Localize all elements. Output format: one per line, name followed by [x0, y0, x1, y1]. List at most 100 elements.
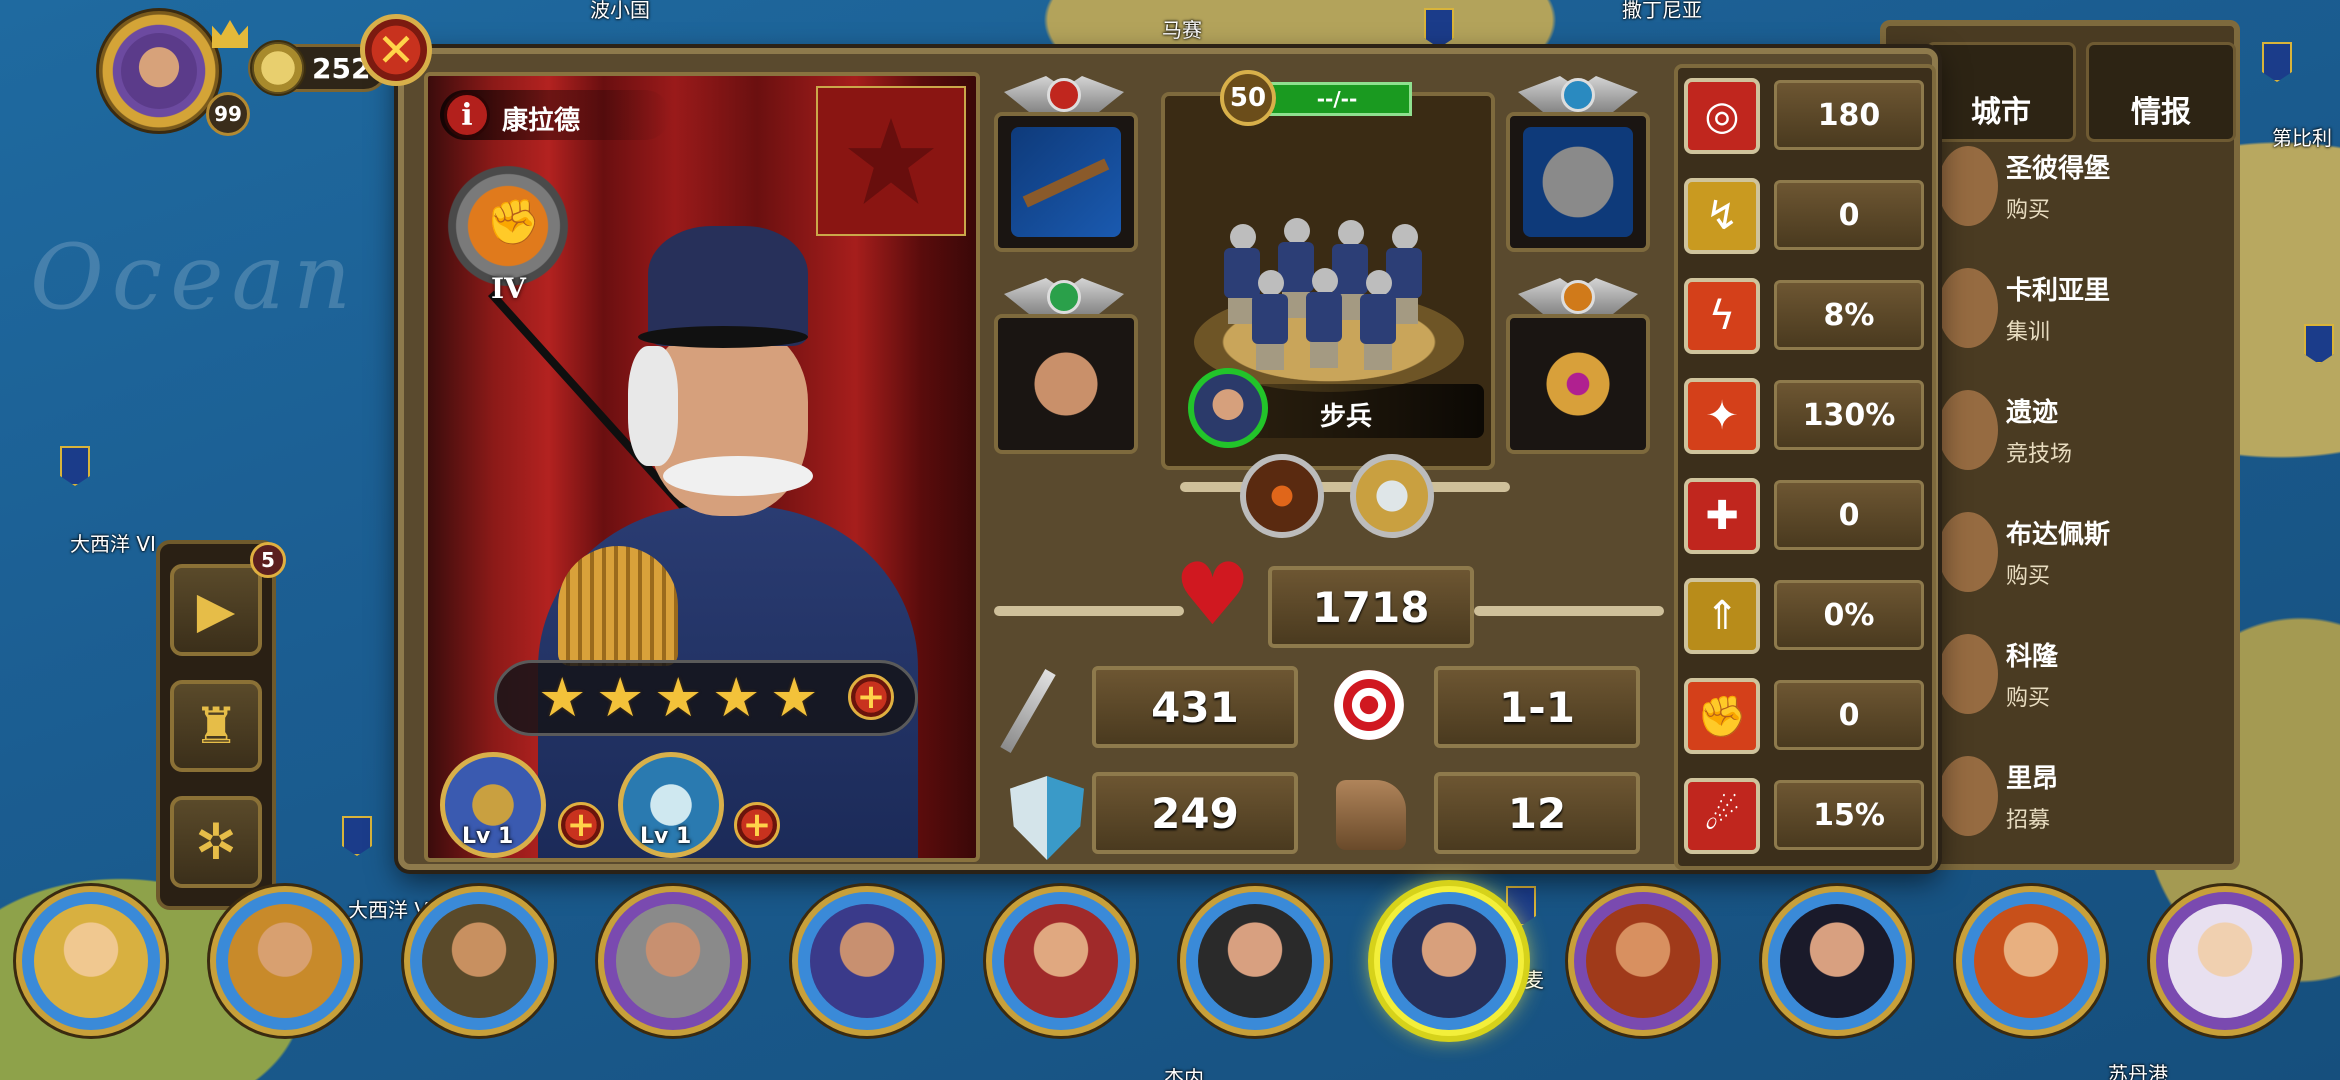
fist-icon: ✊ — [1684, 678, 1760, 754]
chainmail-icon — [1523, 127, 1633, 237]
armor-slot[interactable] — [1506, 112, 1650, 252]
hero-name: 康拉德 — [502, 106, 581, 136]
boots-slot-icon — [1047, 280, 1081, 314]
star-icon: ★ — [596, 666, 645, 729]
city-name: 遗迹 — [2006, 398, 2059, 428]
troop-level: 50 — [1220, 70, 1276, 126]
hero-avatar[interactable] — [1568, 886, 1718, 1036]
city-flag-icon[interactable] — [60, 446, 90, 486]
map-label: 波小国 — [590, 0, 650, 22]
lightning-icon: ϟ — [1684, 278, 1760, 354]
hero-avatar[interactable] — [598, 886, 748, 1036]
attr-value: 180 — [1774, 80, 1924, 150]
tab-cities[interactable]: 城市 — [1926, 42, 2076, 142]
skill-level: Lv 1 — [462, 824, 514, 849]
gold-coin-icon — [250, 40, 306, 96]
faction-emblem — [816, 86, 966, 236]
hero-avatar[interactable] — [792, 886, 942, 1036]
scroll-decor — [994, 606, 1184, 616]
city-action: 招募 — [2006, 808, 2051, 833]
hero-avatar[interactable] — [2150, 886, 2300, 1036]
hero-avatar[interactable] — [986, 886, 1136, 1036]
list-item[interactable]: 遗迹 竞技场 — [1938, 384, 2230, 494]
hero-avatar-selected[interactable] — [1374, 886, 1524, 1036]
city-name: 科隆 — [2006, 642, 2059, 672]
shield-ability-icon[interactable] — [1350, 454, 1434, 538]
achievements-button[interactable]: ♜ — [170, 680, 262, 772]
city-icon — [1938, 634, 1998, 714]
rage-icon: ☄ — [1684, 778, 1760, 854]
city-flag-icon[interactable] — [2262, 42, 2292, 82]
city-action: 集训 — [2006, 320, 2051, 345]
city-name: 卡利亚里 — [2006, 276, 2111, 306]
settings-button[interactable]: ✲ — [170, 796, 262, 888]
hero-avatar[interactable] — [1762, 886, 1912, 1036]
hero-avatar[interactable] — [1180, 886, 1330, 1036]
upgrade-stars-button[interactable]: + — [848, 674, 894, 720]
list-item[interactable]: 科隆 购买 — [1938, 628, 2230, 738]
unit-commander-avatar[interactable] — [1188, 368, 1268, 448]
attr-value: 15% — [1774, 780, 1924, 850]
movement-value: 12 — [1434, 772, 1640, 854]
city-action: 竞技场 — [2006, 442, 2073, 467]
list-item[interactable]: 卡利亚里 集训 — [1938, 262, 2230, 372]
info-icon[interactable]: i — [444, 92, 490, 138]
city-flag-icon[interactable] — [1424, 8, 1454, 48]
range-value: 1-1 — [1434, 666, 1640, 748]
fire-ability-icon[interactable] — [1240, 454, 1324, 538]
player-portrait — [121, 33, 197, 109]
map-label: 撒丁尼亚 — [1622, 0, 1702, 22]
city-name: 布达佩斯 — [2006, 520, 2111, 550]
sword-burst-icon: ✦ — [1684, 378, 1760, 454]
trophy-icon: ♜ — [193, 697, 239, 755]
boots-slot[interactable] — [994, 314, 1138, 454]
upgrade-skill-button[interactable]: + — [734, 802, 780, 848]
faction-seal-icon — [848, 118, 934, 204]
boot-move-icon — [1336, 780, 1406, 850]
attr-value: 0% — [1774, 580, 1924, 650]
attr-value: 130% — [1774, 380, 1924, 450]
city-icon — [1938, 390, 1998, 470]
city-action: 购买 — [2006, 564, 2051, 589]
target-icon: ◎ — [1684, 78, 1760, 154]
close-button[interactable]: ✕ — [360, 14, 432, 86]
hero-avatar[interactable] — [210, 886, 360, 1036]
attr-value: 0 — [1774, 180, 1924, 250]
map-label: 苏丹港 — [2108, 1062, 2168, 1080]
city-flag-icon[interactable] — [342, 816, 372, 856]
boots-icon — [1011, 329, 1121, 439]
list-item[interactable]: 圣彼得堡 购买 — [1938, 140, 2230, 250]
rank-numeral: IV — [491, 272, 526, 305]
map-label: 马赛 — [1162, 18, 1202, 42]
handshake-icon: ✊ — [486, 197, 541, 248]
ring-icon — [1523, 329, 1633, 439]
city-icon — [1938, 146, 1998, 226]
attr-value: 0 — [1774, 480, 1924, 550]
star-icon: ★ — [654, 666, 703, 729]
weapon-slot-icon — [1047, 78, 1081, 112]
star-icon: ★ — [712, 666, 761, 729]
video-button[interactable]: ▶ — [170, 564, 262, 656]
tab-intel[interactable]: 情报 — [2086, 42, 2236, 142]
map-label: 麦 — [1524, 968, 1544, 992]
list-item[interactable]: 布达佩斯 购买 — [1938, 506, 2230, 616]
upgrade-skill-button[interactable]: + — [558, 802, 604, 848]
shield-icon — [1010, 776, 1084, 860]
ring-slot[interactable] — [1506, 314, 1650, 454]
hero-avatar[interactable] — [404, 886, 554, 1036]
weapon-slot[interactable] — [994, 112, 1138, 252]
list-item[interactable]: 里昂 招募 — [1938, 750, 2230, 860]
city-action: 购买 — [2006, 686, 2051, 711]
hero-avatar[interactable] — [1956, 886, 2106, 1036]
ocean-watermark: Ocean — [30, 225, 360, 330]
soldier-figure — [1304, 268, 1344, 368]
hero-avatar[interactable] — [16, 886, 166, 1036]
city-icon — [1938, 756, 1998, 836]
player-avatar[interactable] — [96, 8, 222, 134]
hero-artwork — [488, 226, 918, 858]
health-icon: ♥ — [1174, 545, 1252, 645]
star-icon: ★ — [538, 666, 587, 729]
rank-up-icon: ⇑ — [1684, 578, 1760, 654]
city-flag-icon[interactable] — [2304, 324, 2334, 364]
map-label: 第比利 — [2272, 126, 2332, 150]
